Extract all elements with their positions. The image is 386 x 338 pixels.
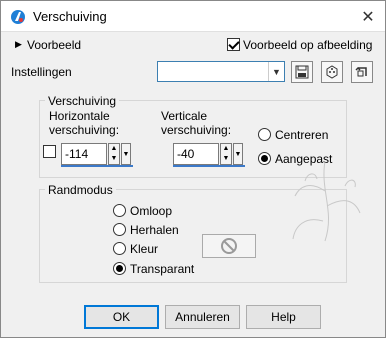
edge-wrap-label: Omloop <box>130 204 173 218</box>
ok-button[interactable]: OK <box>84 305 159 329</box>
cancel-button[interactable]: Annuleren <box>165 305 240 329</box>
preview-on-image-label: Voorbeeld op afbeelding <box>243 38 373 52</box>
spin-dropdown-icon[interactable]: ▼ <box>121 143 131 165</box>
edge-color-radio[interactable] <box>113 242 126 255</box>
horizontal-offset-input[interactable] <box>61 143 107 165</box>
close-icon: ✕ <box>361 8 375 26</box>
chevron-down-icon[interactable]: ▼ <box>268 62 284 81</box>
close-button[interactable]: ✕ <box>351 1 385 32</box>
app-icon <box>11 10 25 24</box>
title-bar: Verschuiving ✕ <box>1 1 385 32</box>
edge-repeat-label: Herhalen <box>130 223 179 237</box>
edge-wrap-radio[interactable] <box>113 204 126 217</box>
vertical-offset-label-line2: verschuiving: <box>161 123 232 137</box>
vertical-offset-label-line1: Verticale <box>161 109 208 123</box>
spin-updown-icon[interactable]: ▲ ▼ <box>108 143 120 165</box>
preview-toggle[interactable]: Voorbeeld <box>27 38 81 52</box>
vertical-offset-input[interactable] <box>173 143 219 165</box>
mode-center-radio[interactable] <box>258 128 271 141</box>
expand-arrow-icon[interactable]: ▶ <box>15 39 22 50</box>
edge-repeat-radio[interactable] <box>113 223 126 236</box>
vertical-offset-spinner[interactable]: ▲▼ ▼ <box>173 143 245 167</box>
reset-icon <box>355 66 367 77</box>
horizontal-offset-label: Horizontale verschuiving: <box>49 109 119 137</box>
edge-transparent-radio[interactable] <box>113 262 126 275</box>
random-button[interactable] <box>321 61 343 83</box>
horizontal-offset-label-line1: Horizontale <box>49 109 110 123</box>
no-color-icon <box>221 238 237 254</box>
edge-color-label: Kleur <box>130 242 159 256</box>
offset-group-label: Verschuiving <box>45 94 120 108</box>
settings-dropdown[interactable]: ▼ <box>157 61 285 82</box>
window-title: Verschuiving <box>33 9 107 24</box>
spin-updown-icon[interactable]: ▲ ▼ <box>220 143 232 165</box>
vertical-offset-label: Verticale verschuiving: <box>161 109 231 137</box>
edge-color-swatch[interactable] <box>202 234 256 258</box>
save-preset-button[interactable] <box>291 61 313 83</box>
save-icon <box>295 65 309 79</box>
dialog-window: Verschuiving ✕ ▶ Voorbeeld Voorbeeld op … <box>0 0 386 338</box>
reset-button[interactable] <box>351 61 373 83</box>
horizontal-offset-label-line2: verschuiving: <box>49 123 120 137</box>
dice-icon <box>326 65 338 79</box>
link-offsets-checkbox[interactable] <box>43 145 56 158</box>
help-button[interactable]: Help <box>246 305 321 329</box>
edge-mode-group-label: Randmodus <box>45 183 116 197</box>
edge-transparent-label: Transparant <box>130 262 195 276</box>
preview-on-image-checkbox[interactable] <box>227 38 240 51</box>
horizontal-offset-spinner[interactable]: ▲▼ ▼ <box>61 143 133 167</box>
settings-label: Instellingen <box>11 65 72 79</box>
mode-center-label: Centreren <box>275 128 329 142</box>
spin-dropdown-icon[interactable]: ▼ <box>233 143 243 165</box>
watermark-decoration <box>292 160 361 242</box>
